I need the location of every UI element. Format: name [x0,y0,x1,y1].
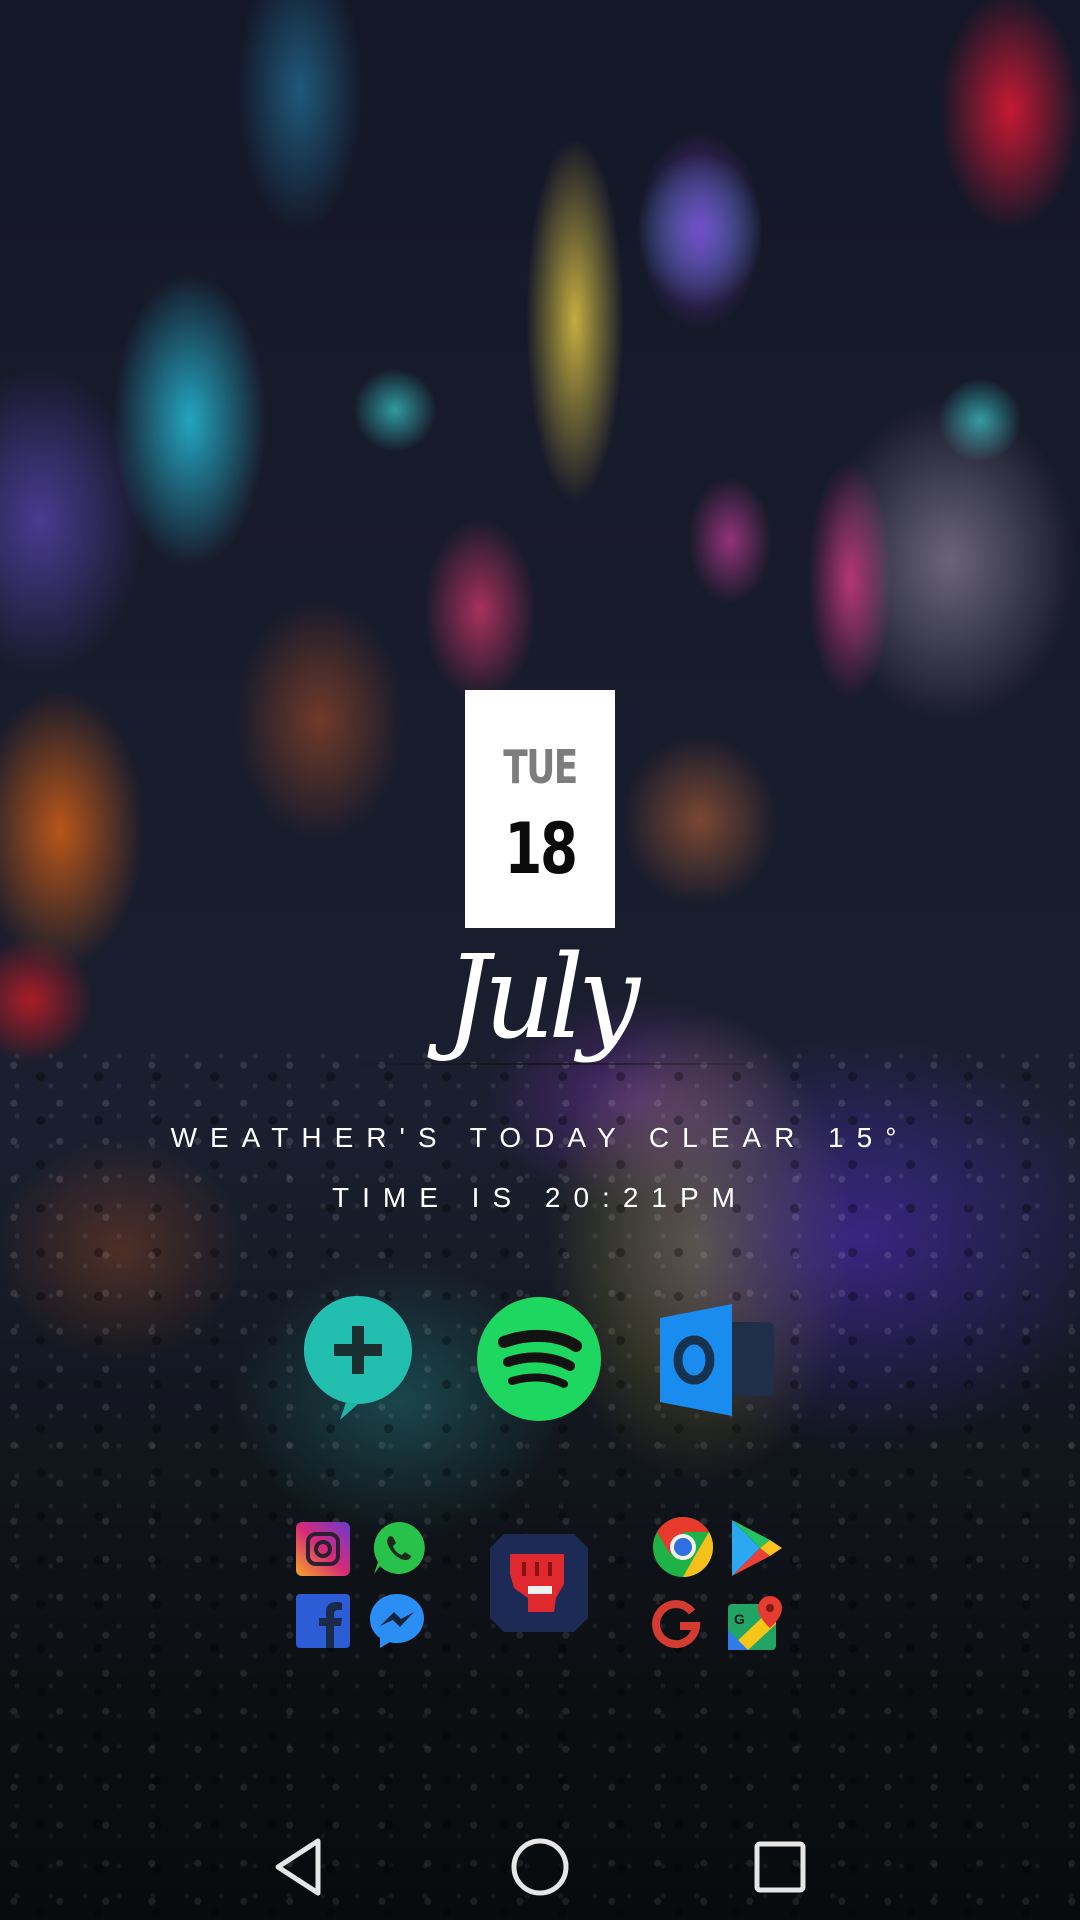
app-messenger[interactable] [368,1592,426,1650]
widget-divider [330,1063,770,1065]
nav-recents-button[interactable] [748,1835,812,1899]
app-maps[interactable]: G [728,1594,786,1652]
month-script: July [445,929,640,1065]
date-widget[interactable]: TUE 18 [465,690,615,928]
maps-icon: G [728,1596,782,1650]
play-store-icon [732,1520,782,1576]
chat-plus-icon [304,1296,412,1420]
app-instagram[interactable] [296,1522,350,1576]
back-icon [275,1838,321,1896]
app-whatsapp[interactable] [370,1520,426,1576]
day-number: 18 [504,808,578,890]
app-spotify[interactable] [476,1296,602,1422]
instagram-icon [296,1522,350,1576]
time-text: TIME IS 20:21PM [332,1182,748,1213]
chrome-icon [653,1517,714,1577]
app-chrome[interactable] [652,1516,714,1578]
spotify-icon [477,1297,601,1421]
weather-text: WEATHER'S TODAY CLEAR 15° [170,1122,910,1153]
nav-back-button[interactable] [268,1835,332,1899]
facebook-icon [296,1594,350,1648]
svg-text:G: G [734,1611,745,1627]
recents-icon [754,1841,806,1893]
google-plus-icon [652,1594,701,1649]
app-play-store[interactable] [730,1518,784,1578]
weekday-label: TUE [503,740,578,794]
pewdiepie-fist-icon [490,1534,588,1632]
app-google-plus[interactable] [652,1592,704,1654]
app-facebook[interactable] [296,1594,350,1648]
outlook-icon [660,1304,774,1416]
app-allo[interactable] [300,1292,416,1424]
nav-home-button[interactable] [508,1835,572,1899]
app-pewdiepie[interactable] [484,1528,594,1638]
app-outlook[interactable] [660,1300,778,1420]
home-icon [511,1838,569,1896]
messenger-icon [370,1594,424,1648]
whatsapp-icon [373,1521,425,1574]
